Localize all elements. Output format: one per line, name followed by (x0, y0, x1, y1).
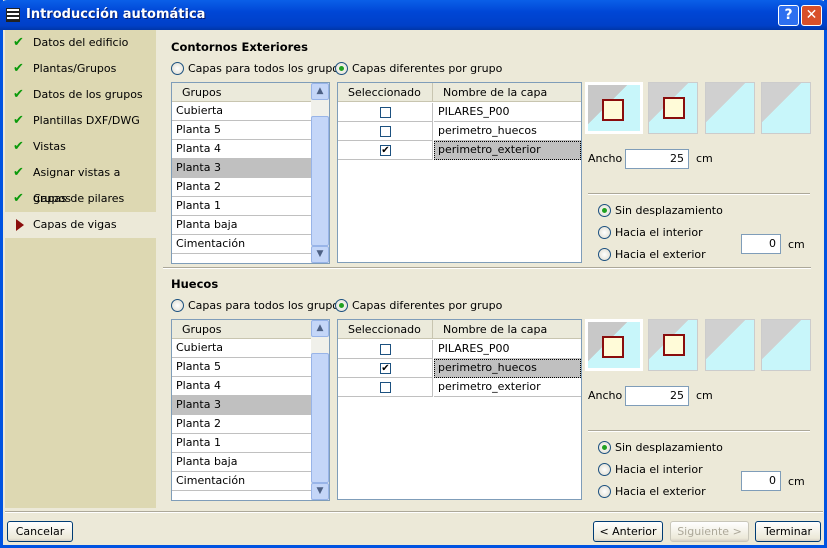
group-row[interactable]: Planta baja (172, 216, 311, 235)
radio-per-group[interactable] (335, 62, 348, 75)
ancho-input[interactable]: 25 (625, 386, 689, 406)
section-title: Huecos (171, 277, 219, 291)
group-row[interactable]: Planta 2 (172, 415, 311, 434)
column-header-selected[interactable]: Seleccionado (338, 320, 433, 339)
layers-table: Seleccionado Nombre de la capa PILARES_P00… (337, 82, 582, 263)
column-header-layer-name[interactable]: Nombre de la capa (433, 320, 581, 339)
ancho-unit: cm (696, 152, 713, 165)
radio-all-groups-label: Capas para todos los grupos (188, 299, 345, 312)
ancho-label: Ancho (588, 389, 623, 402)
layer-checkbox[interactable] (380, 107, 391, 118)
group-row[interactable]: Planta 5 (172, 121, 311, 140)
layer-name[interactable]: PILARES_P00 (434, 103, 581, 122)
placement-option-4-image[interactable] (761, 319, 811, 371)
placement-option-1-image[interactable] (585, 82, 643, 134)
group-row[interactable]: Cubierta (172, 102, 311, 121)
column-header-selected[interactable]: Seleccionado (338, 83, 433, 102)
radio-all-groups[interactable] (171, 299, 184, 312)
groups-scrollbar[interactable]: ▲ ▼ (311, 83, 329, 263)
placement-option-3-image[interactable] (705, 319, 755, 371)
wizard-window: Introducción automática ? ✕ ✔ Datos del e… (0, 0, 827, 548)
placement-option-3-image[interactable] (705, 82, 755, 134)
group-row[interactable]: Planta 1 (172, 434, 311, 453)
back-button[interactable]: < Anterior (593, 521, 663, 542)
group-row[interactable]: Planta baja (172, 453, 311, 472)
placement-option-4-image[interactable] (761, 82, 811, 134)
layers-table: Seleccionado Nombre de la capa PILARES_P00… (337, 319, 582, 500)
layer-checkbox[interactable]: ✔ (380, 363, 391, 374)
column-header-layer-name[interactable]: Nombre de la capa (433, 83, 581, 102)
offset-radio[interactable] (598, 485, 611, 498)
groups-header[interactable]: Grupos (172, 320, 311, 339)
rebar-icon (663, 97, 685, 119)
layer-name[interactable]: perimetro_exterior (434, 378, 581, 397)
offset-radio[interactable] (598, 204, 611, 217)
section-contornos: Contornos Exteriores Capas para todos los… (3, 0, 827, 269)
placement-option-2-image[interactable] (648, 82, 698, 134)
group-row[interactable]: Cimentación (172, 472, 311, 491)
footer-divider (5, 511, 823, 513)
layer-name[interactable]: perimetro_exterior (434, 141, 581, 160)
group-row[interactable]: Planta 5 (172, 358, 311, 377)
layer-name[interactable]: PILARES_P00 (434, 340, 581, 359)
radio-per-group-label: Capas diferentes por grupo (352, 62, 503, 75)
offset-radio[interactable] (598, 441, 611, 454)
radio-per-group-label: Capas diferentes por grupo (352, 299, 503, 312)
rebar-icon (663, 334, 685, 356)
ancho-unit: cm (696, 389, 713, 402)
ancho-label: Ancho (588, 152, 623, 165)
group-row[interactable]: Cubierta (172, 339, 311, 358)
cancel-button[interactable]: Cancelar (7, 521, 73, 542)
next-button[interactable]: Siguiente > (670, 521, 749, 542)
scroll-down-button[interactable]: ▼ (311, 483, 329, 500)
layer-name[interactable]: perimetro_huecos (434, 122, 581, 141)
group-row[interactable]: Planta 2 (172, 178, 311, 197)
group-row[interactable]: Planta 3 (172, 159, 311, 178)
ancho-input[interactable]: 25 (625, 149, 689, 169)
group-row[interactable]: Planta 4 (172, 377, 311, 396)
group-row[interactable]: Planta 3 (172, 396, 311, 415)
groups-list[interactable]: Grupos Cubierta Planta 5 Planta 4 Planta 3 Pl… (171, 319, 330, 501)
group-row[interactable]: Planta 4 (172, 140, 311, 159)
group-row[interactable]: Planta 1 (172, 197, 311, 216)
groups-header[interactable]: Grupos (172, 83, 311, 102)
offset-radio[interactable] (598, 463, 611, 476)
layer-checkbox[interactable]: ✔ (380, 145, 391, 156)
layer-checkbox[interactable] (380, 126, 391, 137)
placement-option-2-image[interactable] (648, 319, 698, 371)
offset-radio-label: Sin desplazamiento (615, 441, 723, 454)
layer-checkbox[interactable] (380, 344, 391, 355)
finish-button[interactable]: Terminar (755, 521, 821, 542)
groups-scrollbar[interactable]: ▲ ▼ (311, 320, 329, 500)
section-title: Contornos Exteriores (171, 40, 308, 54)
radio-all-groups-label: Capas para todos los grupos (188, 62, 345, 75)
rebar-icon (602, 336, 624, 358)
offset-radio-label: Hacia el exterior (615, 485, 706, 498)
offset-input[interactable]: 0 (741, 471, 781, 491)
offset-radio-label: Hacia el interior (615, 463, 703, 476)
scroll-up-button[interactable]: ▲ (311, 320, 329, 337)
radio-all-groups[interactable] (171, 62, 184, 75)
rebar-icon (602, 99, 624, 121)
divider (588, 193, 810, 195)
scroll-thumb[interactable] (311, 353, 329, 483)
offset-radio-label: Sin desplazamiento (615, 204, 723, 217)
offset-unit: cm (788, 475, 805, 488)
scroll-thumb[interactable] (311, 116, 329, 246)
layer-checkbox[interactable] (380, 382, 391, 393)
divider (588, 430, 810, 432)
radio-per-group[interactable] (335, 299, 348, 312)
placement-option-1-image[interactable] (585, 319, 643, 371)
layer-name[interactable]: perimetro_huecos (434, 359, 581, 378)
section-huecos: Huecos Capas para todos los grupos Capas d… (3, 237, 827, 501)
scroll-up-button[interactable]: ▲ (311, 83, 329, 100)
